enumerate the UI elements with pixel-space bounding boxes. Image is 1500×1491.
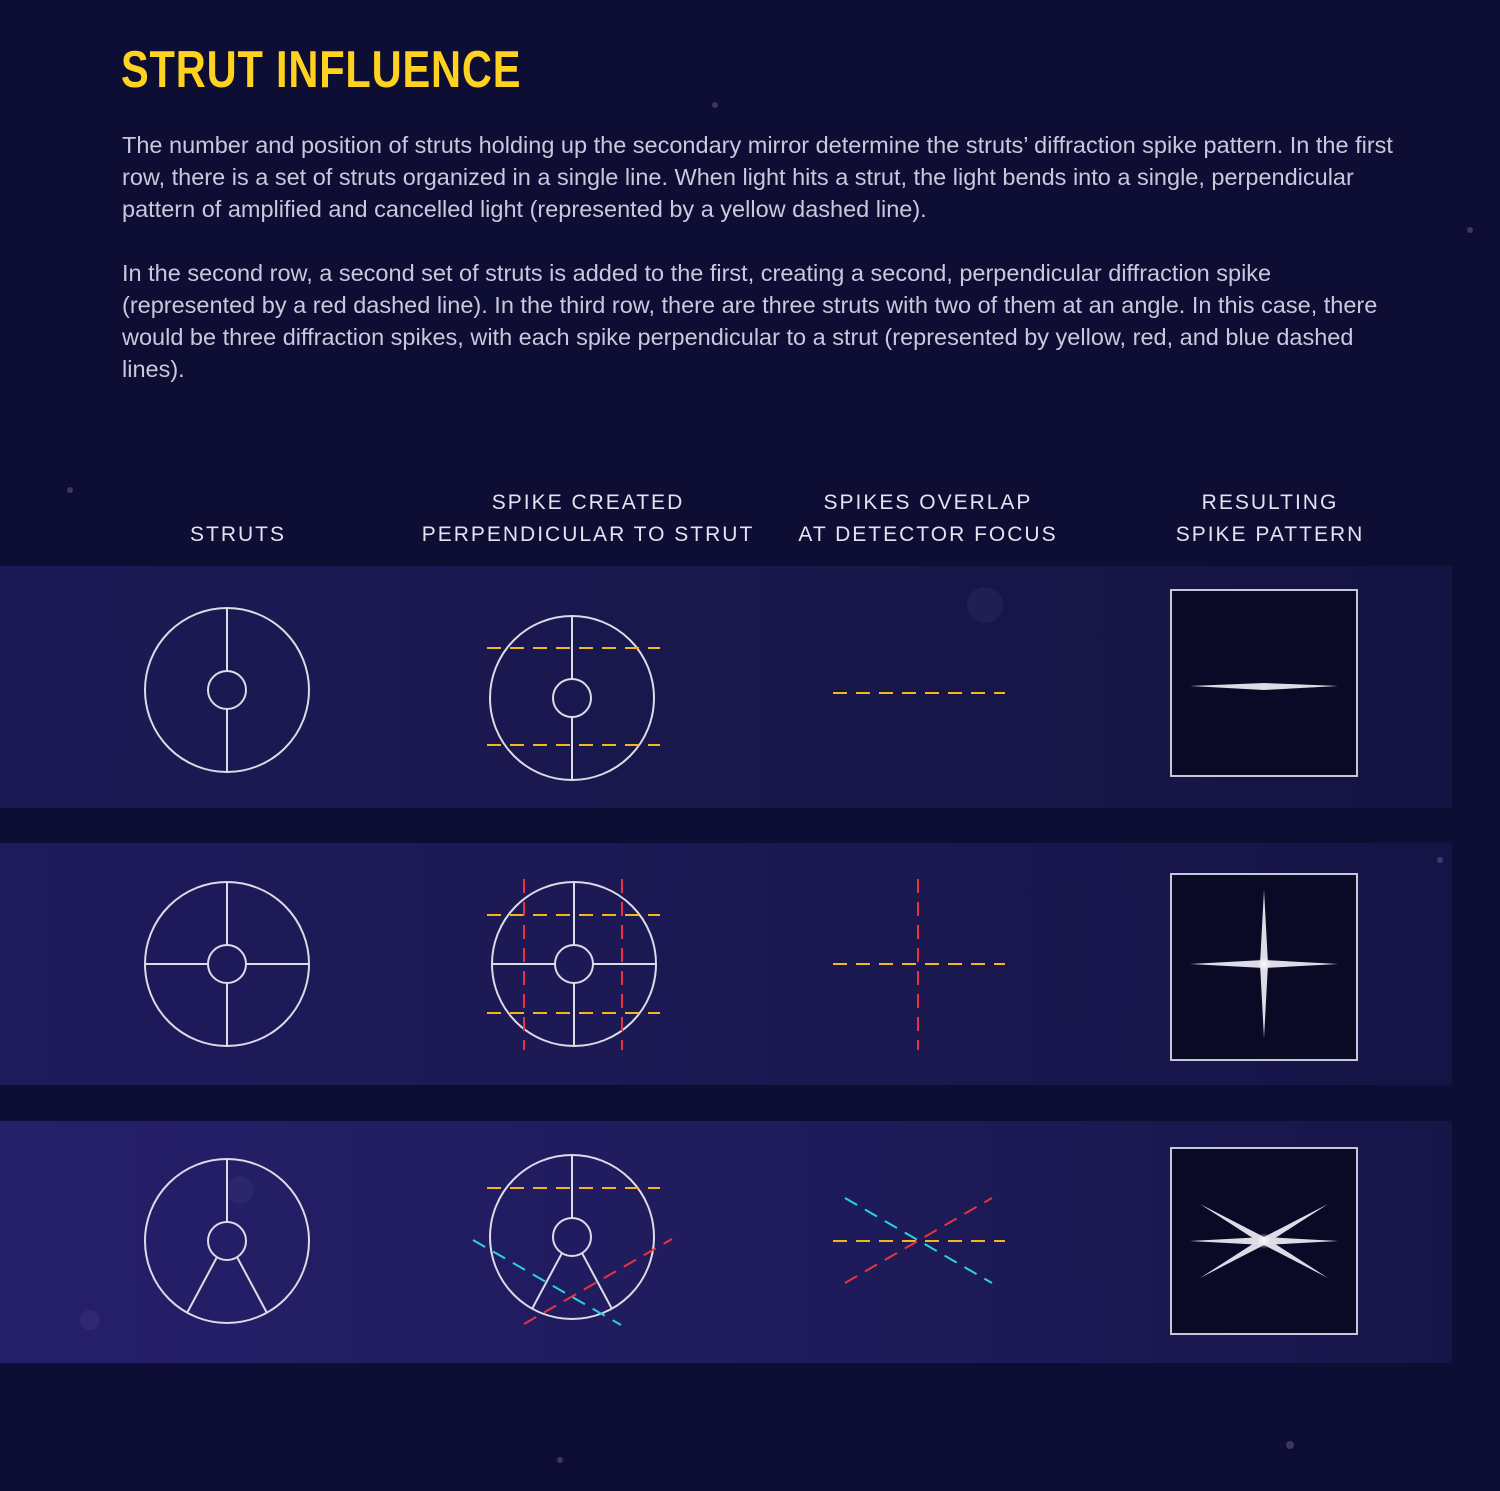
row-1-struts [144, 607, 310, 773]
row-3-spike-created [472, 1154, 673, 1326]
row-3-struts [144, 1158, 310, 1324]
row-1-spike-created [487, 615, 660, 781]
row-2-struts [144, 881, 310, 1047]
row-3-resulting-pattern [1170, 1147, 1358, 1335]
row-1-resulting-pattern [1170, 589, 1358, 777]
row-2-resulting-pattern [1170, 873, 1358, 1061]
diagram-artwork [67, 102, 1473, 1463]
row-2-spikes-overlap [833, 879, 1005, 1050]
row-2-spike-created [487, 879, 660, 1050]
row-3-spikes-overlap [833, 1197, 1005, 1284]
